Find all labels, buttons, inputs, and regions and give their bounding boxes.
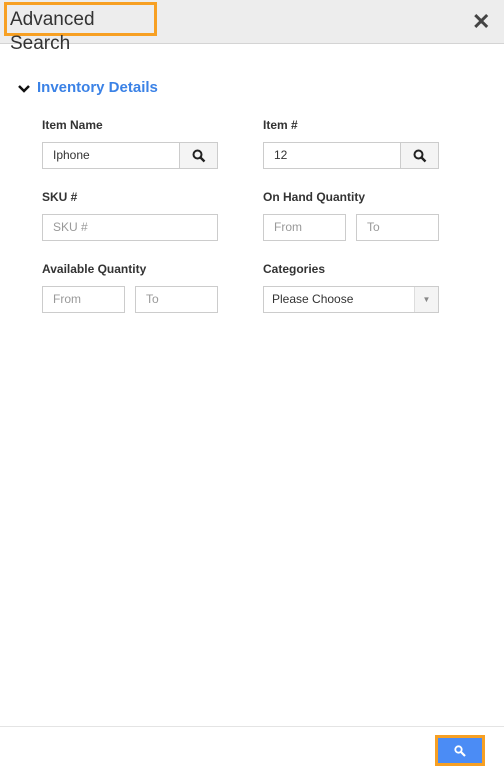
sku-label: SKU # [42,190,78,204]
dialog-title: Advanced Search [4,2,157,54]
search-icon [413,149,426,162]
available-quantity-label: Available Quantity [42,262,147,276]
on-hand-from-input[interactable]: From [263,214,346,241]
section-title: Inventory Details [37,79,158,96]
dialog-header: Advanced Search ✕ [0,0,504,54]
search-icon [192,149,205,162]
on-hand-to-input[interactable]: To [356,214,439,241]
close-icon[interactable]: ✕ [472,9,490,35]
dropdown-arrow-icon: ▼ [414,287,438,312]
dialog-footer [0,726,504,772]
chevron-down-icon [18,80,32,96]
categories-select[interactable]: Please Choose ▼ [263,286,439,313]
categories-label: Categories [263,262,326,276]
search-icon [454,744,466,757]
item-name-search-button[interactable] [179,142,218,169]
sku-input[interactable]: SKU # [42,214,218,241]
item-name-label: Item Name [42,118,103,132]
item-name-input[interactable]: Iphone [42,142,181,169]
categories-selected-value: Please Choose [272,292,354,306]
item-number-input[interactable]: 12 [263,142,402,169]
available-to-input[interactable]: To [135,286,218,313]
item-number-search-button[interactable] [400,142,439,169]
section-inventory-details[interactable]: Inventory Details [18,79,158,96]
item-number-label: Item # [263,118,298,132]
search-button[interactable] [435,735,485,766]
available-from-input[interactable]: From [42,286,125,313]
on-hand-quantity-label: On Hand Quantity [263,190,365,204]
